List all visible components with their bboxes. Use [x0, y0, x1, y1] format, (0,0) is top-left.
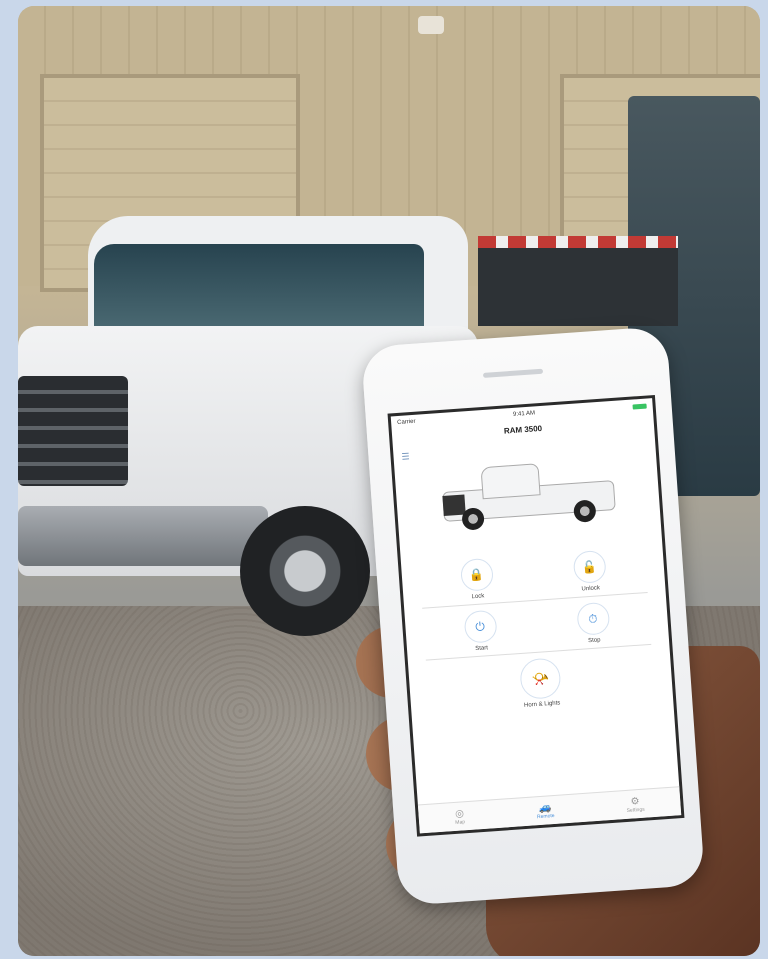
power-icon: ⏻	[463, 609, 498, 644]
stop-label: Stop	[588, 637, 601, 645]
stop-button[interactable]: ⏱ Stop	[535, 598, 652, 653]
pickup-rear-wheel	[573, 499, 597, 523]
flatbed-trailer	[478, 236, 678, 326]
pickup-cab	[480, 463, 541, 500]
lock-button[interactable]: 🔒 Lock	[419, 554, 535, 609]
remote-controls: 🔒 Lock 🔓 Unlock ⏻ Start ⏱ Stop 📯 Horn & …	[401, 540, 674, 721]
map-icon: ◎	[454, 807, 465, 820]
unlock-label: Unlock	[581, 585, 601, 593]
tab-remote[interactable]: 🚙 Remote	[536, 802, 555, 820]
phone-speaker	[482, 368, 544, 378]
wall-lamp	[418, 16, 444, 34]
gear-icon: ⚙	[630, 795, 640, 808]
pickup-grille	[442, 494, 466, 516]
pickup-front-wheel	[461, 507, 485, 531]
tab-bar: ◎ Map 🚙 Remote ⚙ Settings	[417, 786, 682, 834]
truck-cab	[88, 216, 468, 336]
unlock-icon: 🔓	[572, 549, 607, 585]
horn-icon: 📯	[519, 657, 562, 700]
lock-icon: 🔒	[459, 557, 494, 592]
battery-icon	[632, 403, 647, 410]
tab-remote-label: Remote	[536, 812, 555, 820]
vehicle-image	[393, 430, 662, 558]
phone-screen: Carrier 9:41 AM RAM 3500 ☰ 🔒 Lock 🔓 Unlo…	[387, 394, 685, 837]
horn-lights-button[interactable]: 📯 Horn & Lights	[426, 651, 655, 720]
pickup-illustration	[441, 458, 616, 531]
tab-settings-label: Settings	[626, 806, 645, 814]
carrier-label: Carrier	[396, 418, 416, 426]
truck-grille	[18, 376, 128, 486]
smartphone: Carrier 9:41 AM RAM 3500 ☰ 🔒 Lock 🔓 Unlo…	[360, 326, 706, 906]
start-button[interactable]: ⏻ Start	[422, 606, 539, 661]
start-label: Start	[475, 645, 489, 653]
tab-settings[interactable]: ⚙ Settings	[626, 795, 645, 814]
truck-windshield	[94, 244, 424, 334]
photo-frame: Carrier 9:41 AM RAM 3500 ☰ 🔒 Lock 🔓 Unlo…	[18, 6, 760, 956]
lock-label: Lock	[471, 593, 485, 601]
status-time: 9:41 AM	[512, 410, 536, 418]
unlock-button[interactable]: 🔓 Unlock	[531, 547, 648, 601]
stop-icon: ⏱	[575, 601, 610, 636]
tab-map[interactable]: ◎ Map	[454, 808, 465, 826]
tab-map-label: Map	[455, 818, 466, 826]
hamburger-icon[interactable]: ☰	[401, 451, 410, 463]
truck-bumper	[18, 506, 268, 566]
horn-lights-label: Horn & Lights	[523, 700, 561, 709]
